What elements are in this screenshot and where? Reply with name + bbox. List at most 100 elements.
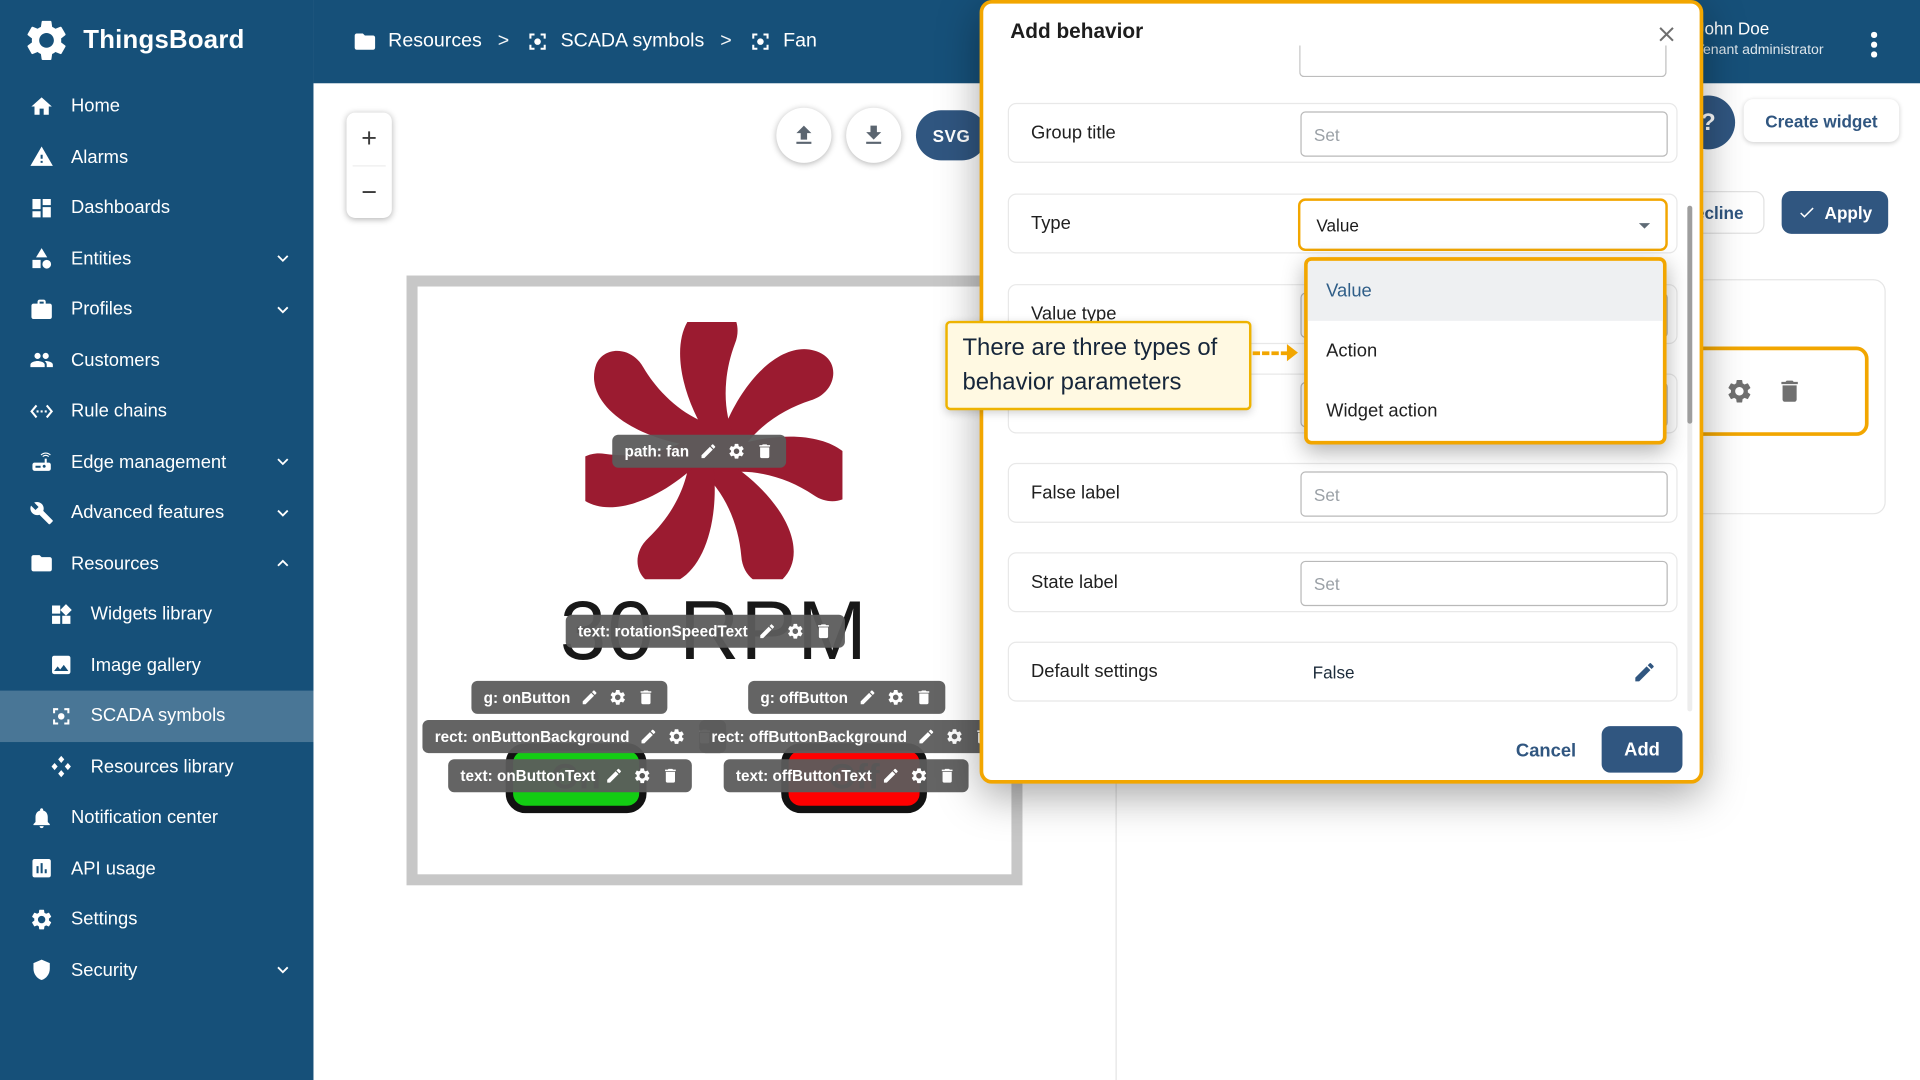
tag-path-fan: path: fan: [612, 434, 786, 468]
create-widget-button[interactable]: Create widget: [1743, 99, 1900, 143]
sidebar-item-customers[interactable]: Customers: [0, 335, 313, 386]
dropdown-option-action[interactable]: Action: [1308, 321, 1663, 381]
customers-icon: [29, 348, 53, 372]
zoom-out-button[interactable]: −: [347, 166, 392, 218]
settings-icon[interactable]: [1725, 377, 1753, 405]
settings-icon[interactable]: [945, 727, 963, 745]
zoom-controls: + −: [346, 112, 392, 218]
annotation-tooltip: There are three types of behavior parame…: [945, 320, 1252, 411]
breadcrumb-resources[interactable]: Resources: [353, 29, 482, 53]
sidebar-item-scada-symbols[interactable]: SCADA symbols: [0, 690, 314, 742]
sidebar-item-label: Rule chains: [71, 400, 168, 422]
sidebar-item-label: Security: [71, 959, 138, 981]
sidebar-item-resources-library[interactable]: Resources library: [0, 741, 313, 792]
settings-icon[interactable]: [667, 727, 685, 745]
add-button[interactable]: Add: [1601, 726, 1683, 773]
edge-management-icon: [29, 450, 53, 474]
sidebar-item-label: Resources: [71, 553, 159, 574]
sidebar-item-resources[interactable]: Resources: [0, 538, 313, 589]
zoom-in-button[interactable]: +: [347, 113, 392, 165]
sidebar-item-label: Customers: [71, 349, 160, 371]
tag-on-button-background: rect: onButtonBackground: [422, 720, 727, 754]
folder-icon: [29, 551, 53, 575]
settings-icon[interactable]: [633, 767, 651, 785]
user-menu[interactable]: John Doe Tenant administrator: [1696, 16, 1824, 61]
breadcrumb-label: Fan: [783, 30, 817, 52]
group-title-input[interactable]: [1300, 111, 1668, 157]
type-select-value: Value: [1316, 214, 1359, 235]
scrollbar[interactable]: [1687, 205, 1693, 712]
false-label-input[interactable]: [1300, 471, 1668, 517]
rule-chains-icon: [29, 399, 53, 423]
tag-label: path: fan: [624, 442, 690, 460]
sidebar-item-entities[interactable]: Entities: [0, 233, 313, 284]
dialog-title: Add behavior: [1010, 19, 1144, 43]
delete-icon[interactable]: [637, 688, 655, 706]
edit-icon[interactable]: [580, 688, 598, 706]
tag-off-button-text: text: offButtonText: [723, 759, 969, 793]
sidebar-item-dashboards[interactable]: Dashboards: [0, 182, 313, 233]
sidebar-item-widgets-library[interactable]: Widgets library: [0, 589, 313, 640]
upload-button[interactable]: [776, 107, 832, 163]
user-role: Tenant administrator: [1695, 43, 1824, 58]
sidebar-item-api-usage[interactable]: API usage: [0, 843, 313, 894]
edit-icon[interactable]: [1632, 659, 1656, 683]
sidebar-item-advanced-features[interactable]: Advanced features: [0, 487, 313, 538]
settings-icon[interactable]: [727, 442, 745, 460]
sidebar-item-label: Notification center: [71, 807, 219, 829]
more-menu-icon[interactable]: [1866, 27, 1881, 62]
edit-icon[interactable]: [917, 727, 935, 745]
delete-icon[interactable]: [661, 767, 679, 785]
group-title-label: Group title: [1031, 122, 1116, 144]
sidebar-item-label: Dashboards: [71, 197, 171, 219]
sidebar-item-notification-center[interactable]: Notification center: [0, 792, 313, 843]
scrolled-input-partial[interactable]: [1299, 45, 1667, 78]
svg-toggle-button[interactable]: SVG: [915, 110, 987, 161]
type-select[interactable]: Value: [1297, 198, 1668, 252]
edit-icon[interactable]: [639, 727, 657, 745]
sidebar-item-home[interactable]: Home: [0, 81, 313, 132]
sidebar-item-label: API usage: [71, 858, 156, 879]
default-settings-value: False: [1312, 661, 1355, 682]
delete-icon[interactable]: [755, 442, 773, 460]
sidebar-item-alarms[interactable]: Alarms: [0, 132, 313, 183]
sidebar-item-rule-chains[interactable]: Rule chains: [0, 386, 313, 437]
apply-button[interactable]: Apply: [1781, 191, 1889, 234]
cancel-button[interactable]: Cancel: [1501, 730, 1591, 772]
delete-icon[interactable]: [938, 767, 956, 785]
delete-icon[interactable]: [814, 622, 832, 640]
settings-icon[interactable]: [608, 688, 626, 706]
profiles-icon: [29, 297, 53, 321]
edit-icon[interactable]: [605, 767, 623, 785]
delete-icon[interactable]: [914, 688, 932, 706]
delete-icon[interactable]: [1776, 377, 1804, 405]
apply-label: Apply: [1824, 202, 1873, 223]
sidebar-item-profiles[interactable]: Profiles: [0, 284, 313, 335]
upload-icon: [791, 122, 817, 148]
dropdown-option-widget-action[interactable]: Widget action: [1308, 381, 1663, 441]
dashboards-icon: [29, 196, 53, 220]
settings-icon[interactable]: [786, 622, 804, 640]
logo[interactable]: ThingsBoard: [0, 0, 313, 81]
edit-icon[interactable]: [758, 622, 776, 640]
dropdown-option-value[interactable]: Value: [1307, 260, 1663, 321]
settings-icon[interactable]: [886, 688, 904, 706]
breadcrumb-scada-symbols[interactable]: SCADA symbols: [525, 29, 704, 53]
download-button[interactable]: [846, 107, 902, 163]
edit-icon[interactable]: [699, 442, 717, 460]
breadcrumb-label: SCADA symbols: [560, 30, 705, 52]
edit-icon[interactable]: [858, 688, 876, 706]
tag-label: text: rotationSpeedText: [577, 622, 748, 640]
scada-icon: [748, 29, 772, 53]
sidebar-item-edge-management[interactable]: Edge management: [0, 437, 313, 488]
sidebar-item-settings[interactable]: Settings: [0, 894, 313, 945]
api-usage-icon: [29, 856, 53, 880]
scrollbar-thumb[interactable]: [1687, 205, 1693, 424]
sidebar-item-security[interactable]: Security: [0, 945, 313, 996]
state-label-input[interactable]: [1300, 560, 1668, 607]
settings-icon[interactable]: [910, 767, 928, 785]
tag-label: text: offButtonText: [735, 767, 872, 785]
edit-icon[interactable]: [881, 767, 899, 785]
sidebar-item-image-gallery[interactable]: Image gallery: [0, 640, 313, 691]
sidebar-item-label: Alarms: [71, 146, 129, 168]
